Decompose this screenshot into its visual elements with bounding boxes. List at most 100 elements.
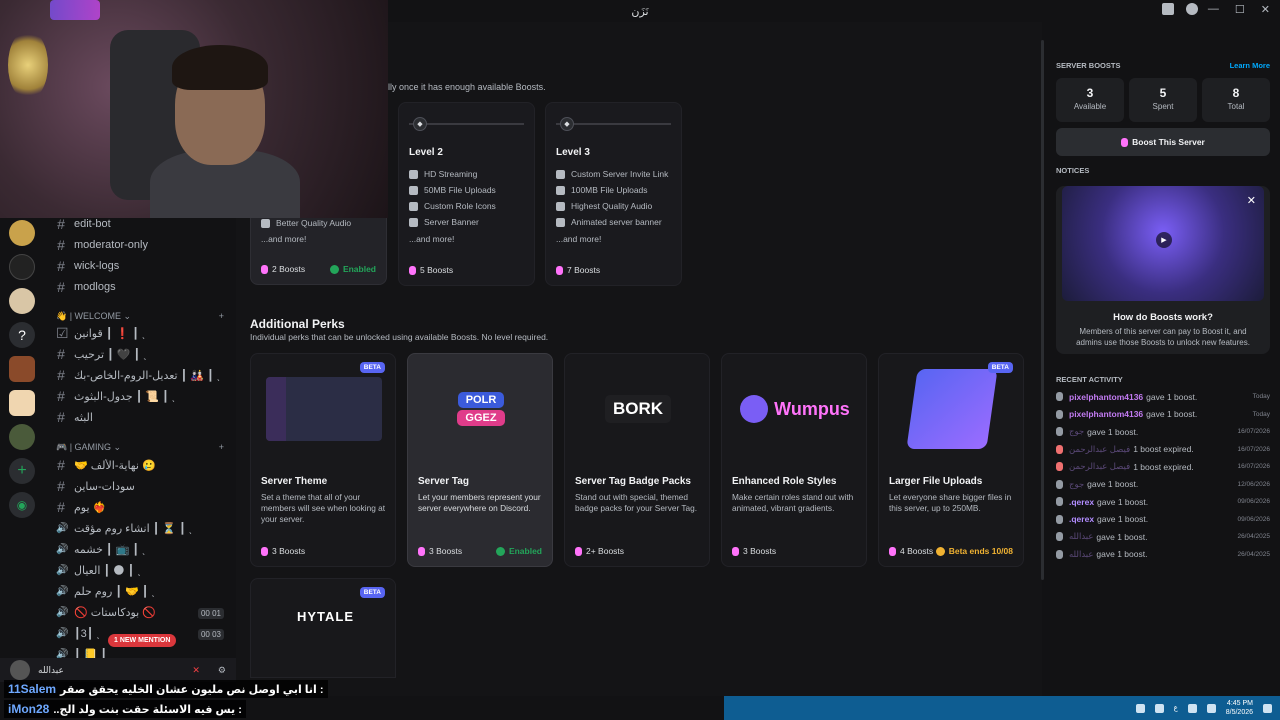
badge-packs-art: BORK: [565, 354, 709, 464]
hash-icon: #: [57, 258, 65, 274]
activity-row: عبدالله gave 1 boost. 26/04/2025: [1056, 528, 1270, 545]
play-icon[interactable]: ▶: [1156, 232, 1172, 248]
activity-user[interactable]: عبدالله: [1069, 531, 1093, 542]
add-server-icon[interactable]: +: [9, 458, 35, 484]
boost-gem-icon: [1056, 409, 1063, 419]
activity-user[interactable]: عبدالله: [1069, 549, 1093, 560]
channel-item[interactable]: # جدول-البثوث ┃ 📜 ┃ ˎ: [56, 387, 228, 405]
new-mention-badge[interactable]: 1 NEW MENTION: [108, 634, 177, 647]
stat-number: 3: [1086, 86, 1094, 100]
activity-user[interactable]: pixelphantom4136: [1069, 392, 1143, 402]
perk-card-extra[interactable]: BETA HYTALE: [250, 578, 396, 678]
perk-card-file-uploads[interactable]: BETA Larger File Uploads Let everyone sh…: [878, 353, 1024, 567]
beta-badge: BETA: [359, 362, 385, 373]
close-button[interactable]: ✕: [1261, 3, 1270, 16]
close-icon[interactable]: ✕: [1247, 194, 1256, 207]
upload-icon: [409, 185, 418, 195]
server-icon[interactable]: [9, 424, 35, 450]
level3-title: Level 3: [556, 147, 590, 158]
activity-user[interactable]: فيصل عبدالرحمن: [1069, 444, 1130, 455]
perk-card-role-styles[interactable]: Wumpus Enhanced Role Styles Make certain…: [721, 353, 867, 567]
beta-badge: BETA: [987, 362, 1013, 373]
activity-user[interactable]: .qerex: [1069, 497, 1094, 507]
channel-modlogs[interactable]: # modlogs: [56, 278, 228, 296]
boost-gem-icon: [418, 546, 425, 556]
activity-user[interactable]: جوج: [1069, 426, 1084, 437]
microphone-icon[interactable]: [1154, 703, 1164, 713]
add-channel-icon[interactable]: +: [219, 311, 224, 322]
help-icon[interactable]: [1186, 3, 1198, 15]
username: عبدالله: [38, 664, 64, 675]
channel-item[interactable]: # ترحيب ┃ 🖤 ┃ ˎ: [56, 345, 228, 363]
settings-icon[interactable]: ⚙: [218, 665, 226, 676]
hash-icon: #: [57, 346, 65, 362]
channel-item[interactable]: # تعديل-الروم-الخاص-بك ┃ 🎎 ┃ ˎ: [56, 366, 228, 384]
boost-gem-icon: [1121, 137, 1129, 147]
chat-name: 11Salem: [8, 682, 57, 696]
help-server-icon[interactable]: ?: [9, 322, 35, 348]
channel-item[interactable]: # 🤝 نهاية-الألف 🥲: [56, 456, 228, 474]
boost-video-thumbnail[interactable]: ▶ ✕: [1062, 186, 1264, 301]
stat-spent: 5 Spent: [1129, 78, 1197, 122]
inbox-icon[interactable]: [1162, 3, 1174, 15]
mute-icon[interactable]: ✕: [192, 665, 200, 676]
clock[interactable]: 4:45 PM 8/5/2026: [1226, 699, 1253, 717]
channel-item[interactable]: # سودات-ساين: [56, 477, 228, 495]
boost-gem-icon: ◆: [560, 117, 574, 131]
boost-expired-icon: [1056, 444, 1063, 454]
boost-gem-icon: [732, 546, 739, 556]
additional-perks-title: Additional Perks: [250, 317, 345, 331]
channel-moderator-only[interactable]: # moderator-only: [56, 236, 228, 254]
activity-date: 09/06/2026: [1237, 515, 1270, 523]
server-icon[interactable]: [9, 356, 35, 382]
speaker-icon: 🔊: [56, 586, 69, 597]
wumpus-label: Wumpus: [740, 395, 850, 423]
voice-channel[interactable]: 🔊 روم حلم ┃ 🤝 ┃ ˎ: [56, 582, 228, 600]
notices-header: NOTICES: [1056, 166, 1090, 175]
channel-edit-bot[interactable]: # edit-bot: [56, 215, 228, 233]
speaker-icon: 🔊: [56, 565, 69, 576]
check-icon: [495, 546, 505, 556]
activity-user[interactable]: .qerex: [1069, 514, 1094, 524]
stream-chat-overlay: 11Salem انا ابي اوصل نص مليون عشان الخلي…: [0, 680, 430, 720]
activity-user[interactable]: فيصل عبدالرحمن: [1069, 461, 1130, 472]
server-icon[interactable]: [9, 254, 35, 280]
channel-wick-logs[interactable]: # wick-logs: [56, 257, 228, 275]
language-indicator[interactable]: ع: [1174, 704, 1178, 712]
avatar[interactable]: [10, 660, 30, 680]
server-icon[interactable]: [9, 390, 35, 416]
perk-card-server-tag[interactable]: POLR GGEZ Server Tag Let your members re…: [407, 353, 553, 567]
notification-icon[interactable]: [1263, 703, 1272, 713]
activity-user[interactable]: pixelphantom4136: [1069, 409, 1143, 419]
network-icon[interactable]: [1187, 703, 1197, 713]
server-icon[interactable]: [9, 220, 35, 246]
boost-this-server-button[interactable]: Boost This Server: [1056, 128, 1270, 156]
minimize-button[interactable]: —: [1208, 3, 1219, 16]
learn-more-link[interactable]: Learn More: [1230, 61, 1270, 70]
category-welcome[interactable]: 👋 | WELCOME ⌄ +: [56, 311, 224, 322]
channel-item[interactable]: # يوم ❤️‍🔥: [56, 498, 228, 516]
activity-action: 1 boost expired.: [1133, 444, 1194, 454]
maximize-button[interactable]: ☐: [1235, 3, 1245, 16]
add-channel-icon[interactable]: +: [219, 442, 224, 453]
channel-item[interactable]: # البثه: [56, 408, 228, 426]
volume-icon[interactable]: [1206, 703, 1216, 713]
discover-icon[interactable]: ◉: [9, 492, 35, 518]
voice-channel[interactable]: 🔊 العيال ┃ 🌑 ┃ ˎ: [56, 561, 228, 579]
main-scrollbar[interactable]: [1041, 40, 1044, 580]
activity-action: gave 1 boost.: [1087, 426, 1139, 437]
voice-channel[interactable]: 🔊 خشمه ┃ 📺 ┃ ˎ: [56, 540, 228, 558]
perk-card-server-theme[interactable]: BETA Server Theme Set a theme that all o…: [250, 353, 396, 567]
perk-description: Set a theme that all of your members wil…: [261, 492, 386, 524]
channel-item[interactable]: ☑ قوانين ┃ ❗ ┃ ˎ: [56, 324, 228, 342]
voice-channel[interactable]: 🔊 انشاء روم مؤقت ┃ ⏳ ┃ ˎ: [56, 519, 228, 537]
category-gaming[interactable]: 🎮 | GAMING ⌄ +: [56, 442, 224, 453]
perk-cost: 4 Boosts: [889, 546, 933, 556]
tray-chevron-icon[interactable]: [1135, 703, 1145, 713]
perk-card-badge-packs[interactable]: BORK Server Tag Badge Packs Stand out wi…: [564, 353, 710, 567]
activity-user[interactable]: جوج: [1069, 479, 1084, 490]
level2-card: ◆ Level 2 HD Streaming 50MB File Uploads…: [398, 102, 535, 286]
perk-title: Server Theme: [261, 476, 328, 487]
server-icon[interactable]: [9, 288, 35, 314]
perk-enabled: Enabled: [495, 546, 542, 556]
